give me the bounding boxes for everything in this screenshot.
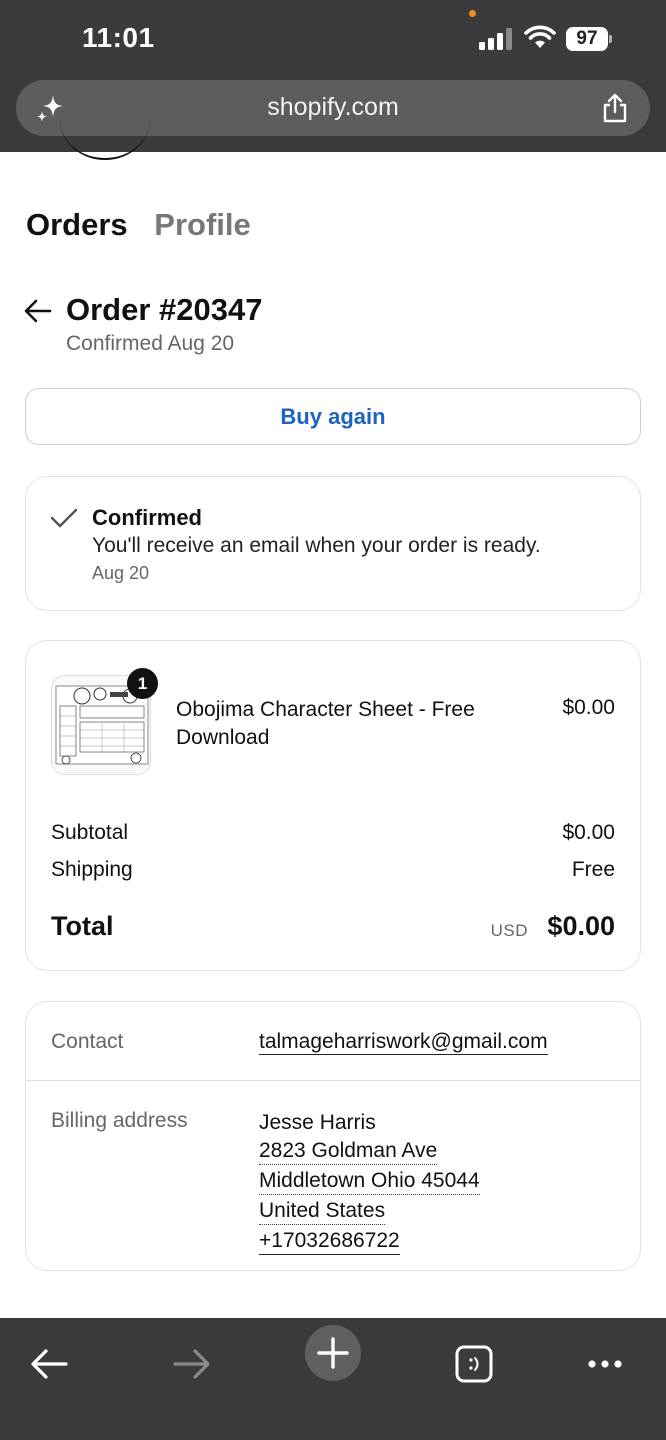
tab-orders[interactable]: Orders xyxy=(26,207,128,242)
total-value: $0.00 xyxy=(547,911,615,941)
order-items-card: 1 Obojima Character Sheet - Free Downloa… xyxy=(25,640,641,971)
url-text[interactable]: shopify.com xyxy=(16,93,650,122)
buy-again-button[interactable]: Buy again xyxy=(25,388,641,445)
forward-arrow-icon[interactable] xyxy=(163,1336,219,1392)
item-price: $0.00 xyxy=(562,696,615,719)
store-logo[interactable] xyxy=(60,120,150,160)
privacy-indicator-dot xyxy=(469,10,476,17)
contact-label: Contact xyxy=(51,1030,124,1053)
check-icon xyxy=(50,508,78,528)
browser-bottom-toolbar xyxy=(0,1318,666,1440)
billing-country-link[interactable]: United States xyxy=(259,1198,386,1225)
status-time: 11:01 xyxy=(82,22,155,53)
billing-address-label: Billing address xyxy=(51,1109,188,1132)
order-title: Order #20347 xyxy=(66,292,263,327)
billing-street-link[interactable]: 2823 Goldman Ave xyxy=(259,1138,438,1165)
quantity-badge: 1 xyxy=(127,668,158,699)
status-title: Confirmed xyxy=(92,505,202,530)
tabs-icon[interactable] xyxy=(446,1336,502,1392)
billing-phone-link[interactable]: +17032686722 xyxy=(259,1228,400,1255)
subtotal-label: Subtotal xyxy=(51,821,129,844)
order-status-card: Confirmed You'll receive an email when y… xyxy=(25,476,641,611)
plus-icon[interactable] xyxy=(305,1325,361,1381)
back-arrow-icon[interactable] xyxy=(24,298,52,324)
billing-address: Jesse Harris 2823 Goldman Ave Middletown… xyxy=(259,1109,480,1255)
battery-level: 97 xyxy=(566,27,608,51)
wifi-icon xyxy=(524,25,556,48)
status-message: You'll receive an email when your order … xyxy=(92,534,541,557)
contact-card: Contact talmageharriswork@gmail.com Bill… xyxy=(25,1001,641,1271)
divider xyxy=(26,1080,640,1081)
total-currency: USD xyxy=(490,921,528,940)
billing-name: Jesse Harris xyxy=(259,1111,376,1134)
account-tabs: Orders Profile xyxy=(26,207,251,243)
status-date: Aug 20 xyxy=(92,563,150,583)
item-name: Obojima Character Sheet - Free Download xyxy=(176,698,475,749)
battery-icon: 97 xyxy=(566,27,612,51)
contact-email-link[interactable]: talmageharriswork@gmail.com xyxy=(259,1030,548,1055)
back-arrow-icon[interactable] xyxy=(22,1336,78,1392)
total-label: Total xyxy=(51,911,114,941)
shipping-label: Shipping xyxy=(51,858,133,881)
billing-city-link[interactable]: Middletown Ohio 45044 xyxy=(259,1168,480,1195)
tab-profile[interactable]: Profile xyxy=(154,207,250,242)
more-icon[interactable] xyxy=(578,1336,634,1392)
share-icon[interactable] xyxy=(600,92,630,124)
shipping-value: Free xyxy=(571,858,615,881)
order-confirmed-date: Confirmed Aug 20 xyxy=(66,332,235,355)
subtotal-value: $0.00 xyxy=(562,821,615,844)
cellular-signal-icon xyxy=(479,28,515,50)
